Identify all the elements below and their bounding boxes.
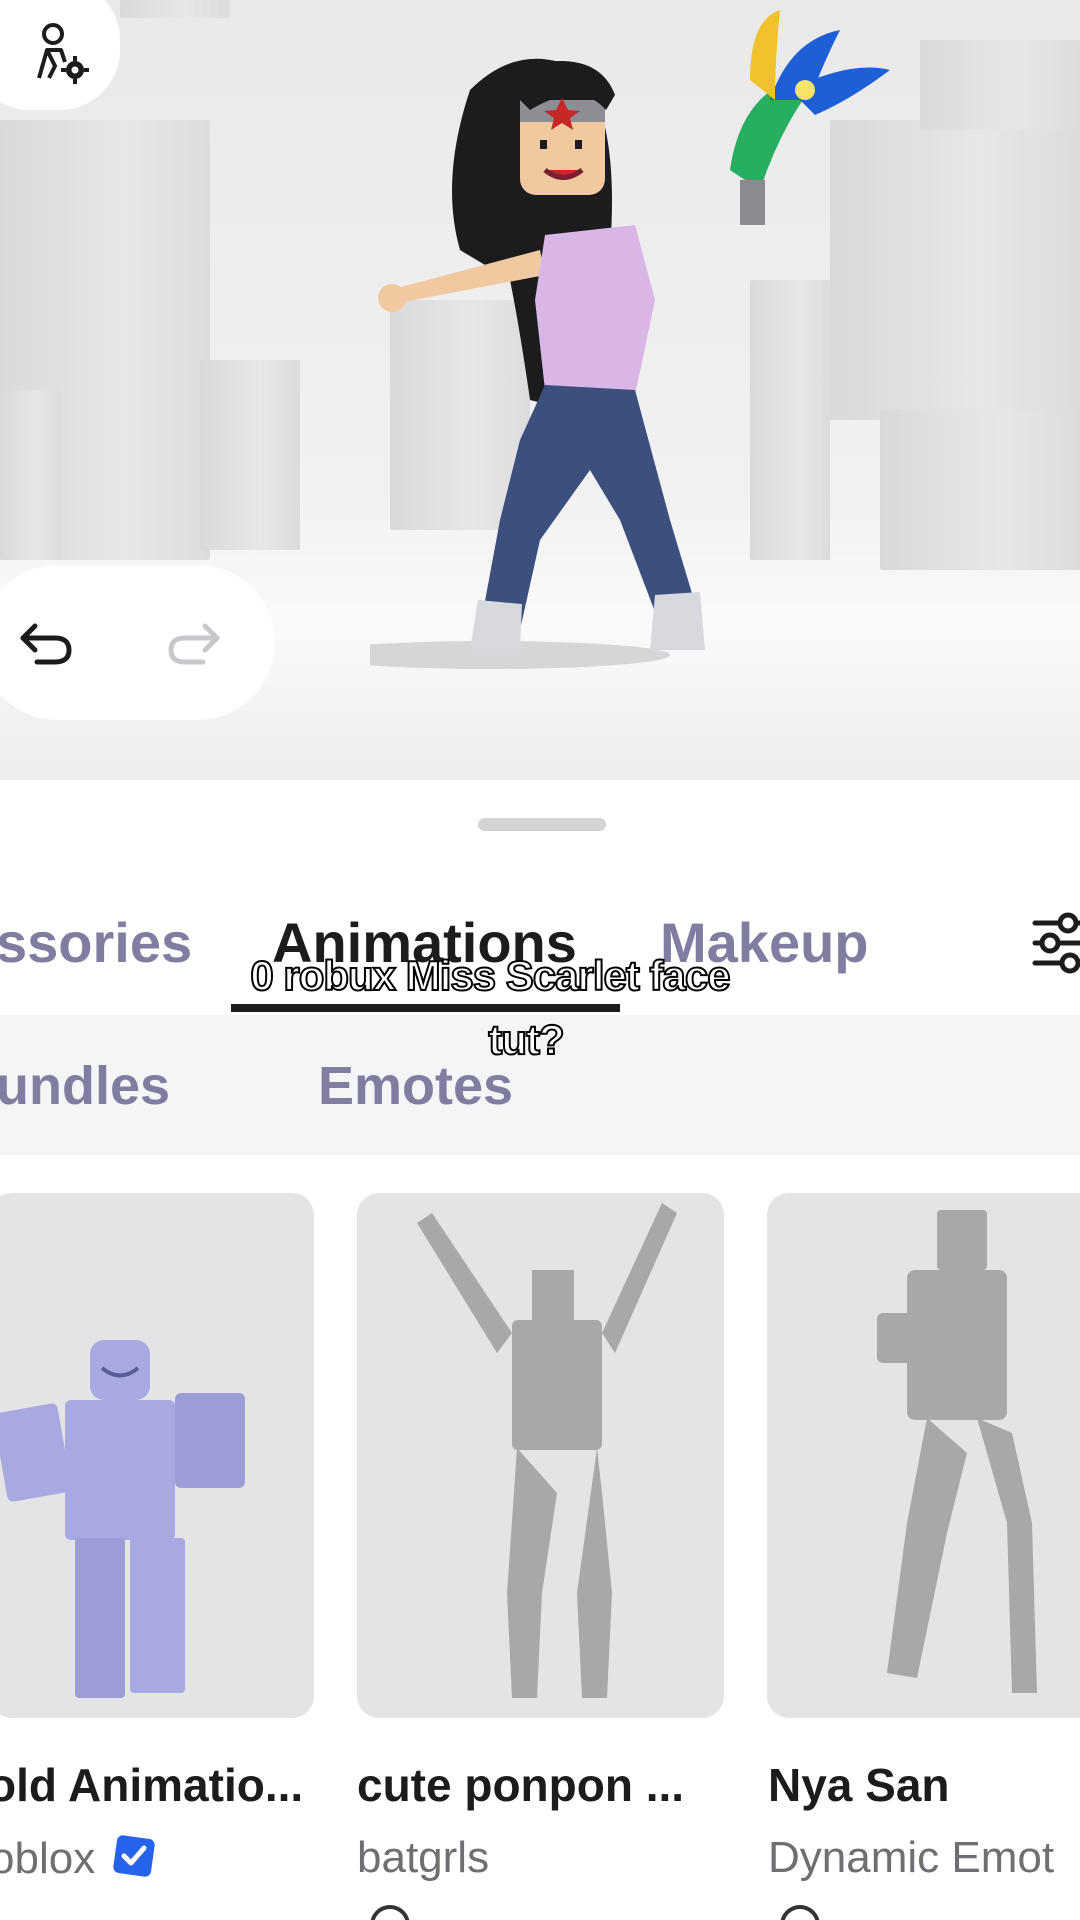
item-creator-name: oblox — [0, 1834, 96, 1883]
item-card[interactable] — [0, 1193, 314, 1718]
avatar-character — [310, 0, 930, 700]
subtab-emotes[interactable]: Emotes — [318, 1055, 513, 1117]
price-icon — [370, 1905, 410, 1920]
scene-block — [120, 0, 230, 18]
undo-redo-pill — [0, 565, 275, 720]
filter-button[interactable] — [1030, 908, 1080, 978]
subtab-bundles[interactable]: undles — [0, 1055, 170, 1117]
avatar-preview-scene[interactable] — [0, 0, 1080, 780]
redo-button[interactable] — [160, 615, 230, 675]
verified-badge-icon — [111, 1833, 157, 1879]
item-card[interactable] — [357, 1193, 724, 1718]
emote-silhouette-preview — [417, 1203, 677, 1698]
price-icon — [780, 1905, 820, 1920]
avatar-settings-icon — [25, 18, 95, 93]
item-card[interactable] — [767, 1193, 1080, 1718]
undo-button[interactable] — [10, 615, 80, 675]
item-name: Nya San — [768, 1759, 950, 1811]
item-creator: oblox — [0, 1833, 157, 1884]
scene-block — [0, 390, 60, 560]
item-creator: Dynamic Emot — [768, 1833, 1055, 1882]
scene-block — [920, 40, 1080, 130]
undo-icon — [15, 618, 75, 673]
redo-icon — [165, 618, 225, 673]
filter-sliders-icon — [1030, 912, 1080, 982]
active-tab-indicator — [231, 1004, 620, 1012]
sheet-drag-handle[interactable] — [478, 818, 606, 831]
avatar-animation-preview — [0, 1340, 245, 1698]
tab-animations[interactable]: Animations — [272, 910, 577, 975]
tab-makeup[interactable]: Makeup — [660, 910, 869, 975]
emote-silhouette-preview — [877, 1210, 1037, 1693]
category-tabs: ssories Animations Makeup — [0, 900, 1080, 1015]
scene-block — [200, 360, 300, 550]
sub-category-tabs: undles Emotes — [0, 1015, 1080, 1155]
item-creator: batgrls — [357, 1833, 490, 1882]
avatar-settings-button[interactable] — [0, 0, 120, 110]
tab-accessories[interactable]: ssories — [0, 910, 192, 975]
item-name: old Animatio... — [0, 1759, 304, 1811]
item-name: cute ponpon ... — [357, 1759, 685, 1811]
